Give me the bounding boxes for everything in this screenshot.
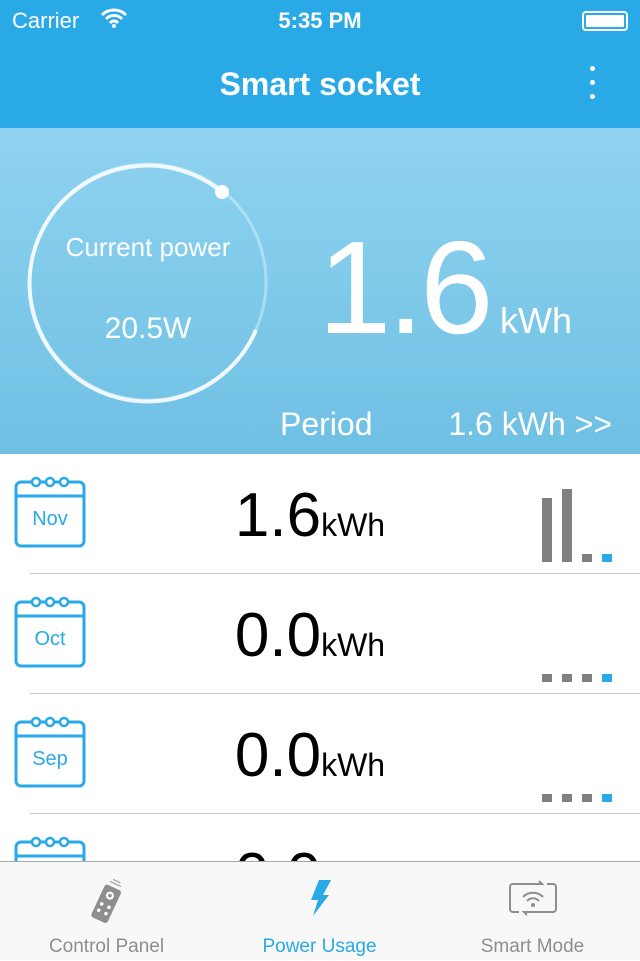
energy-value: 0.0 xyxy=(234,601,322,670)
usage-bar xyxy=(562,793,572,802)
total-energy-value: 1.6 xyxy=(318,214,493,361)
usage-bar xyxy=(602,673,612,682)
energy-value: 1.6 xyxy=(234,481,322,550)
nav-bar: Smart socket xyxy=(0,40,640,128)
usage-bar xyxy=(582,793,592,802)
summary-panel: Current power 20.5W 1.6 kWh Period 1.6 k… xyxy=(0,128,640,454)
page-title: Smart socket xyxy=(219,66,421,102)
calendar-icon xyxy=(14,716,86,788)
calendar-icon xyxy=(14,596,86,668)
month-energy: 0.0kWh xyxy=(180,600,440,671)
battery-icon xyxy=(582,11,628,31)
current-power-value: 20.5W xyxy=(104,312,192,345)
clock: 5:35 PM xyxy=(278,8,362,33)
total-energy-unit: kWh xyxy=(500,300,572,341)
month-row[interactable]: Nov 1.6kWh xyxy=(0,454,640,574)
tab-bar: Control Panel Power Usage Smart Mode xyxy=(0,861,640,960)
status-bar: Carrier 5:35 PM xyxy=(0,0,640,40)
gauge-label: Current power xyxy=(65,232,231,262)
energy-value: 0.0 xyxy=(234,721,322,790)
tab-smart-mode[interactable]: Smart Mode xyxy=(426,862,639,961)
usage-bar xyxy=(562,673,572,682)
period-link[interactable]: 1.6 kWh >> xyxy=(448,406,612,443)
lightning-icon xyxy=(310,880,331,916)
usage-bar xyxy=(582,553,592,562)
tab-power-usage[interactable]: Power Usage xyxy=(213,862,426,961)
usage-bar xyxy=(542,498,552,562)
usage-bar xyxy=(602,793,612,802)
period-label: Period xyxy=(280,406,373,442)
month-energy: 1.6kWh xyxy=(180,480,440,551)
tab-label: Smart Mode xyxy=(480,936,585,957)
month-energy: 0.0kWh xyxy=(180,720,440,791)
energy-unit: kWh xyxy=(321,507,386,543)
usage-bar xyxy=(602,553,612,562)
mini-bar-chart xyxy=(540,718,616,802)
month-row[interactable]: Oct 0.0kWh xyxy=(0,574,640,694)
power-gauge xyxy=(27,162,268,404)
tab-label: Power Usage xyxy=(262,936,377,957)
mini-bar-chart xyxy=(540,598,616,682)
tab-control-panel[interactable]: Control Panel xyxy=(0,862,213,961)
usage-bar xyxy=(542,793,552,802)
usage-bar xyxy=(542,673,552,682)
remote-control-icon xyxy=(90,879,121,923)
tab-label: Control Panel xyxy=(48,936,165,957)
vertical-ellipsis-icon[interactable] xyxy=(584,66,600,106)
calendar-icon xyxy=(14,476,86,548)
month-row[interactable]: Sep 0.0kWh xyxy=(0,694,640,814)
mini-bar-chart xyxy=(540,478,616,562)
wifi-sync-icon xyxy=(508,880,557,916)
usage-bar xyxy=(562,488,572,562)
energy-unit: kWh xyxy=(321,747,386,783)
usage-bar xyxy=(582,673,592,682)
energy-unit: kWh xyxy=(321,627,386,663)
